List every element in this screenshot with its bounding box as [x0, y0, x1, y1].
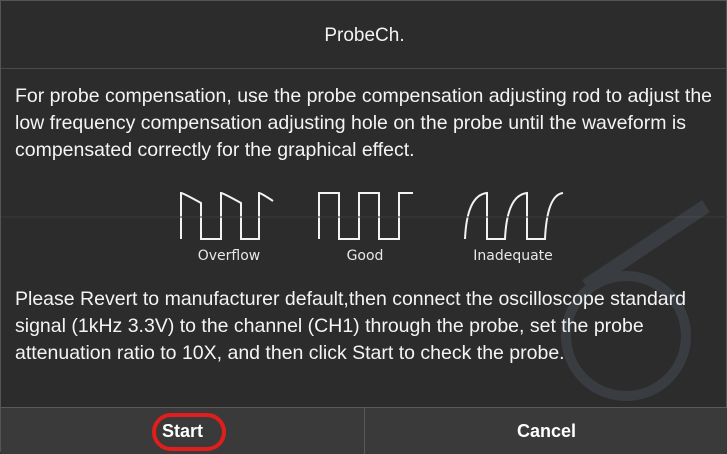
- dialog-button-bar: Start Cancel: [1, 407, 727, 454]
- dialog-title: ProbeCh.: [324, 25, 405, 46]
- start-highlight-ring: [152, 413, 226, 451]
- brand-watermark-icon: [561, 200, 710, 401]
- good-waveform-icon: [318, 192, 413, 240]
- start-button[interactable]: Start: [1, 408, 365, 454]
- overflow-label: Overflow: [197, 248, 261, 264]
- cancel-button-label: Cancel: [516, 420, 577, 441]
- good-label: Good: [346, 248, 384, 264]
- compensation-instructions: For probe compensation, use the probe co…: [15, 85, 713, 161]
- overflow-waveform-icon: [180, 191, 274, 240]
- title-divider: [1, 68, 727, 69]
- cancel-button[interactable]: Cancel: [365, 408, 727, 454]
- probe-check-dialog: ProbeCh. For probe compensation, use the…: [0, 0, 727, 454]
